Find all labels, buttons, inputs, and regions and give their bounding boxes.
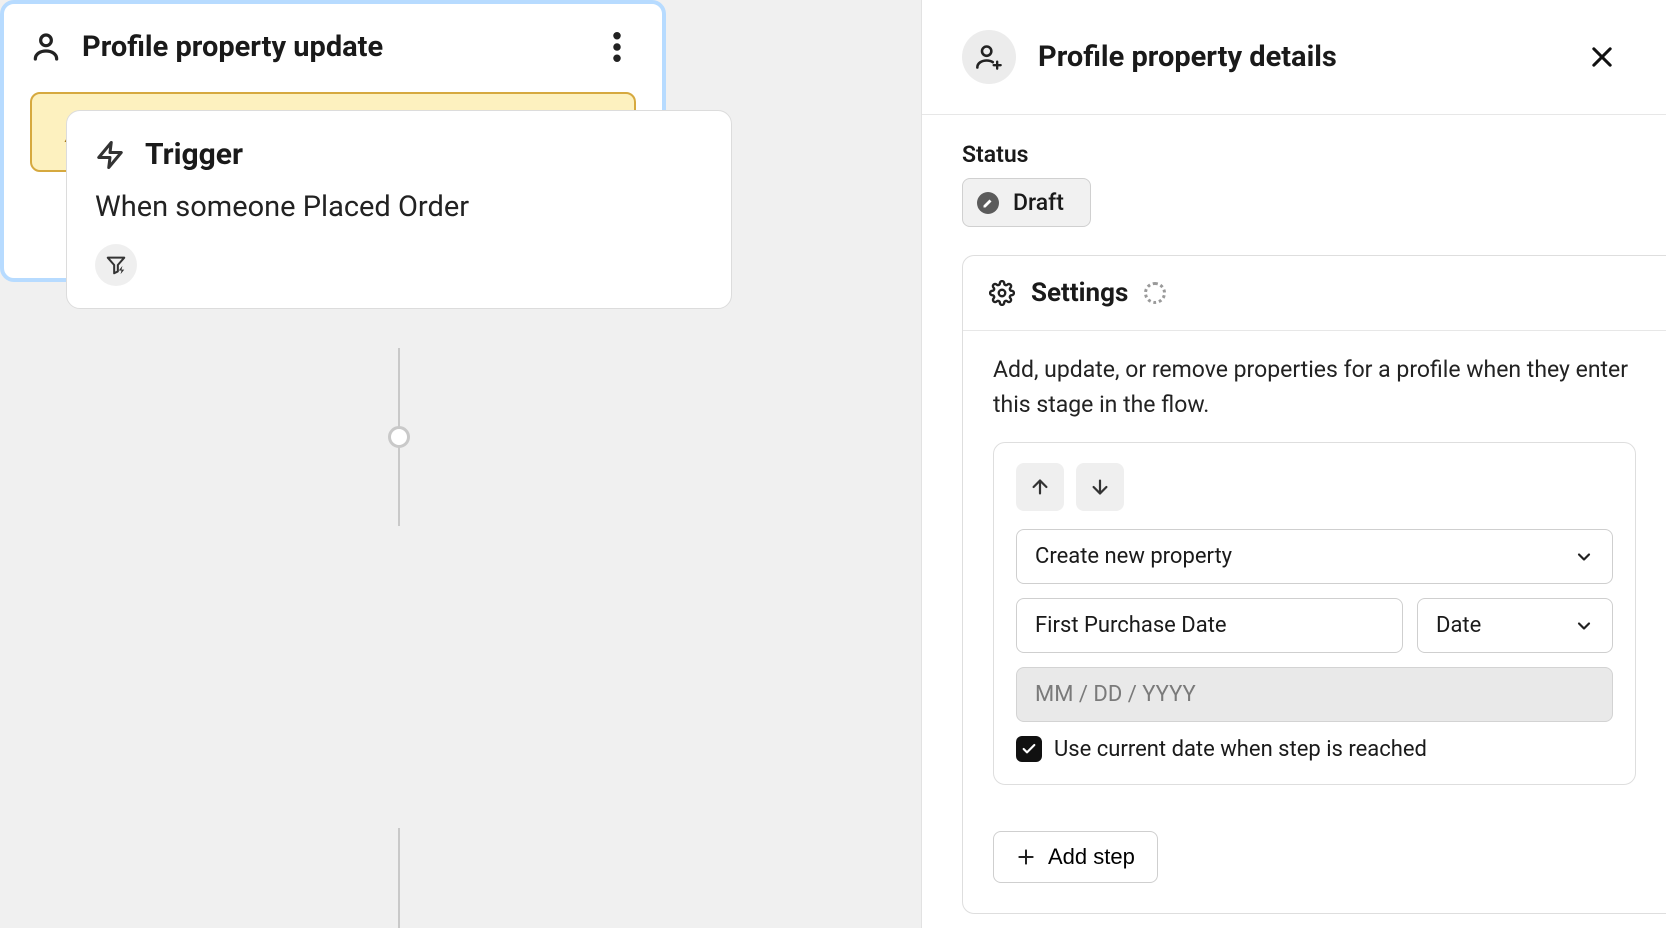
close-icon — [1588, 43, 1616, 71]
connector-node[interactable] — [388, 426, 410, 448]
action-title: Profile property update — [82, 30, 383, 64]
property-type-select[interactable]: Date — [1417, 598, 1613, 653]
kebab-icon — [613, 32, 621, 62]
plus-icon — [1016, 847, 1036, 867]
settings-description: Add, update, or remove properties for a … — [963, 331, 1666, 442]
status-value: Draft — [1013, 189, 1064, 216]
trigger-card[interactable]: Trigger When someone Placed Order — [66, 110, 732, 309]
property-name-input[interactable]: First Purchase Date — [1016, 598, 1403, 653]
property-action-select[interactable]: Create new property — [1016, 529, 1613, 584]
date-placeholder: MM / DD / YYYY — [1035, 682, 1196, 707]
property-action-selected: Create new property — [1035, 544, 1232, 569]
person-sparkle-icon — [962, 30, 1016, 84]
property-block: Create new property First Purchase Date — [993, 442, 1636, 785]
loading-spinner-icon — [1144, 282, 1166, 304]
gear-icon — [989, 280, 1015, 306]
panel-title: Profile property details — [1038, 40, 1337, 74]
flow-canvas[interactable]: Trigger When someone Placed Order — [0, 0, 921, 928]
pencil-circle-icon — [977, 192, 999, 214]
use-current-date-label: Use current date when step is reached — [1054, 737, 1427, 762]
panel-header: Profile property details — [922, 0, 1666, 115]
chevron-down-icon — [1574, 547, 1594, 567]
property-name-value: First Purchase Date — [1035, 613, 1227, 638]
settings-title: Settings — [1031, 278, 1128, 308]
status-chip[interactable]: Draft — [962, 178, 1091, 227]
move-up-button[interactable] — [1016, 463, 1064, 511]
details-panel: Profile property details Status Draft — [921, 0, 1666, 928]
add-step-label: Add step — [1048, 844, 1135, 870]
arrow-up-icon — [1029, 476, 1051, 498]
connector-line-bottom — [398, 828, 400, 928]
person-icon — [30, 31, 62, 63]
filter-lightning-icon — [105, 254, 127, 276]
trigger-description: When someone Placed Order — [95, 190, 703, 224]
settings-card: Settings Add, update, or remove properti… — [962, 255, 1666, 914]
trigger-title: Trigger — [145, 137, 243, 172]
trigger-filter-button[interactable] — [95, 244, 137, 286]
add-step-button[interactable]: Add step — [993, 831, 1158, 883]
property-type-selected: Date — [1436, 613, 1481, 638]
status-section: Status Draft — [962, 141, 1666, 227]
chevron-down-icon — [1574, 616, 1594, 636]
date-value-input: MM / DD / YYYY — [1016, 667, 1613, 722]
use-current-date-checkbox[interactable] — [1016, 736, 1042, 762]
move-down-button[interactable] — [1076, 463, 1124, 511]
settings-header: Settings — [963, 256, 1666, 331]
arrow-down-icon — [1089, 476, 1111, 498]
status-label: Status — [962, 141, 1666, 168]
action-more-button[interactable] — [598, 28, 636, 66]
close-button[interactable] — [1582, 37, 1622, 77]
lightning-icon — [95, 138, 125, 172]
